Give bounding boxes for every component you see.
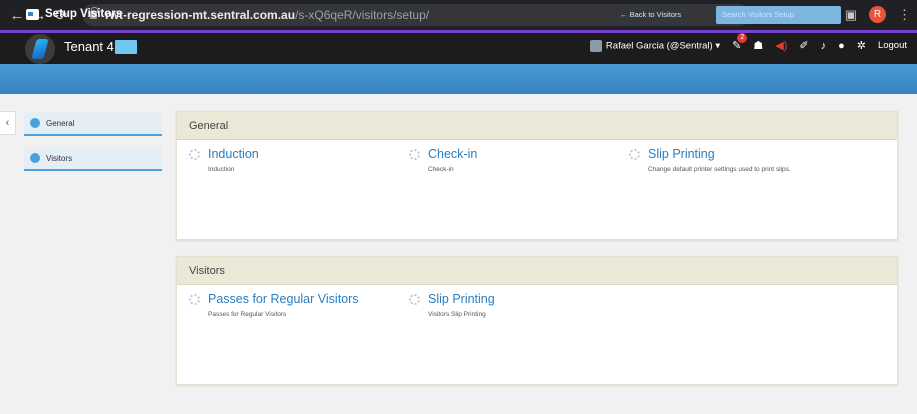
page-title: Setup Visitors — [45, 8, 123, 20]
user-avatar — [589, 39, 602, 52]
menu-kebab-icon[interactable]: ⋮ — [898, 7, 911, 23]
general-panel: General Induction Induction Check-in Che… — [176, 111, 898, 240]
item-description: Visitors Slip Printing — [428, 311, 486, 318]
sidebar-collapse-button[interactable]: ‹ — [0, 111, 16, 135]
slip-printing-link[interactable]: Slip Printing — [648, 147, 715, 161]
help-icon[interactable]: ● — [838, 40, 845, 52]
induction-link[interactable]: Induction — [208, 147, 259, 161]
tools-icon[interactable]: ✐ — [799, 39, 808, 52]
profile-avatar[interactable]: R — [869, 6, 886, 23]
gear-icon — [189, 149, 200, 160]
tenant-tag — [114, 39, 137, 54]
slip-printing-link[interactable]: Slip Printing — [428, 292, 495, 306]
sidebar-item-label: General — [46, 118, 75, 128]
window-icon[interactable]: ▣ — [845, 7, 857, 23]
url-path: /s-xQ6qeR/visitors/setup/ — [295, 8, 430, 22]
visitor-card-icon — [26, 9, 39, 20]
visitors-panel: Visitors Passes for Regular Visitors Pas… — [176, 256, 898, 385]
bell-icon[interactable]: ♪ — [821, 40, 827, 52]
gear-icon — [409, 294, 420, 305]
notification-badge: 2 — [737, 33, 748, 43]
gear-icon — [409, 149, 420, 160]
tenant-name: Tenant 4 — [64, 39, 137, 54]
item-description: Change default printer settings used to … — [648, 166, 791, 173]
alert-icon[interactable]: ◀) — [775, 39, 787, 52]
panel-heading: Visitors — [177, 257, 897, 285]
general-icon — [30, 118, 40, 128]
panel-heading: General — [177, 112, 897, 140]
sidebar-item-label: Visitors — [46, 153, 73, 163]
user-menu[interactable]: Rafael Garcia (@Sentral) ▾ — [589, 39, 721, 52]
search-input[interactable]: Search Visitors Setup — [716, 6, 841, 24]
section-bar — [0, 64, 917, 94]
gear-icon — [629, 149, 640, 160]
item-description: Passes for Regular Visitors — [208, 311, 287, 318]
visitors-icon[interactable]: ☗ — [753, 39, 763, 52]
item-description: Induction — [208, 166, 235, 173]
sentral-logo-icon[interactable] — [25, 34, 55, 64]
settings-gear-icon[interactable]: ✲ — [857, 39, 866, 52]
passes-link[interactable]: Passes for Regular Visitors — [208, 292, 359, 306]
user-name: Rafael Garcia (@Sentral) ▾ — [605, 40, 721, 52]
visitors-icon — [30, 153, 40, 163]
logout-link[interactable]: Logout — [878, 40, 907, 51]
tenant-label: Tenant 4 — [64, 39, 114, 54]
gear-icon — [189, 294, 200, 305]
messages-icon[interactable]: ✎ 2 — [732, 33, 748, 52]
back-arrow-icon[interactable]: ← — [6, 7, 28, 24]
back-to-visitors-link[interactable]: ← Back to Visitors — [620, 10, 681, 19]
url-host: rwt-regression-mt.sentral.com.au — [105, 8, 296, 22]
item-description: Check-in — [428, 166, 454, 173]
check-in-link[interactable]: Check-in — [428, 147, 477, 161]
sidebar-item-general[interactable]: General — [24, 112, 162, 136]
sidebar-item-visitors[interactable]: Visitors — [24, 147, 162, 171]
